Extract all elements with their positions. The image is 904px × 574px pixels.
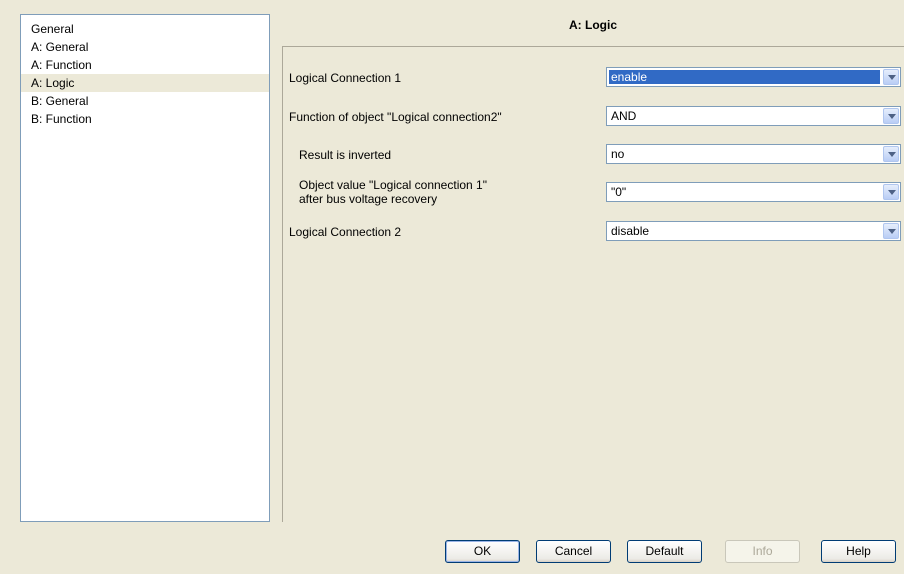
tree-item-a-general[interactable]: A: General bbox=[21, 38, 269, 56]
chevron-down-icon[interactable] bbox=[883, 108, 899, 124]
tree-item-a-logic[interactable]: A: Logic bbox=[21, 74, 269, 92]
param-label-line-1: Object value "Logical connection 1" bbox=[299, 178, 487, 192]
parameter-tree: General A: General A: Function A: Logic … bbox=[20, 14, 270, 522]
select-value: AND bbox=[611, 109, 637, 123]
default-button[interactable]: Default bbox=[627, 540, 702, 563]
selection-highlight: enable bbox=[609, 70, 880, 84]
logical-connection-2-select[interactable]: disable bbox=[606, 221, 901, 241]
help-button[interactable]: Help bbox=[821, 540, 896, 563]
function-of-object-select[interactable]: AND bbox=[606, 106, 901, 126]
info-button: Info bbox=[725, 540, 800, 563]
select-value: "0" bbox=[611, 185, 627, 199]
ok-button[interactable]: OK bbox=[445, 540, 520, 563]
select-value: enable bbox=[611, 70, 648, 84]
param-label: Logical Connection 1 bbox=[289, 71, 402, 85]
param-label: Logical Connection 2 bbox=[289, 225, 402, 239]
tree-item-general[interactable]: General bbox=[21, 20, 269, 38]
chevron-down-icon[interactable] bbox=[883, 223, 899, 239]
tree-item-a-function[interactable]: A: Function bbox=[21, 56, 269, 74]
tree-item-b-general[interactable]: B: General bbox=[21, 92, 269, 110]
cancel-button[interactable]: Cancel bbox=[536, 540, 611, 563]
param-label: Result is inverted bbox=[299, 148, 392, 162]
result-inverted-select[interactable]: no bbox=[606, 144, 901, 164]
select-value: disable bbox=[611, 224, 650, 238]
object-value-select[interactable]: "0" bbox=[606, 182, 901, 202]
parameter-panel: Logical Connection 1 enable Function of … bbox=[282, 46, 904, 522]
logical-connection-1-select[interactable]: enable bbox=[606, 67, 901, 87]
select-value: no bbox=[611, 147, 625, 161]
tree-item-b-function[interactable]: B: Function bbox=[21, 110, 269, 128]
panel-title: A: Logic bbox=[569, 18, 617, 32]
chevron-down-icon[interactable] bbox=[883, 184, 899, 200]
chevron-down-icon[interactable] bbox=[883, 146, 899, 162]
param-label-line-2: after bus voltage recovery bbox=[299, 192, 438, 206]
chevron-down-icon[interactable] bbox=[883, 69, 899, 85]
param-label: Function of object "Logical connection2" bbox=[289, 110, 502, 124]
